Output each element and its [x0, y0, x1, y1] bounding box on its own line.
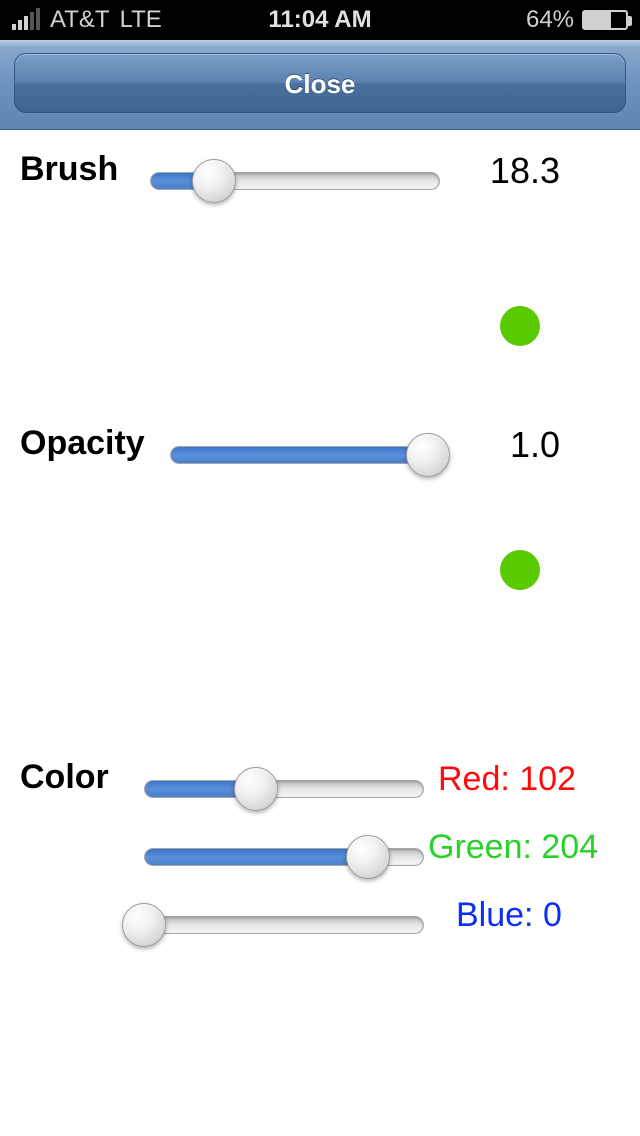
red-slider[interactable] [144, 774, 424, 794]
color-green-row: Green: 204 [20, 820, 620, 888]
nav-bar: Close [0, 40, 640, 130]
color-section: Color Red: 102 Green: 204 [20, 752, 620, 956]
slider-fill [145, 849, 367, 865]
opacity-label: Opacity [20, 424, 145, 463]
slider-thumb[interactable] [346, 835, 390, 879]
color-red-row: Color Red: 102 [20, 752, 620, 820]
green-value: Green: 204 [428, 828, 598, 867]
color-label: Color [20, 758, 109, 797]
opacity-preview-dot [500, 550, 540, 590]
slider-thumb[interactable] [122, 903, 166, 947]
status-left: AT&T LTE [12, 6, 268, 34]
blue-value: Blue: 0 [456, 896, 562, 935]
brush-row: Brush 18.3 [20, 144, 620, 208]
slider-thumb[interactable] [234, 767, 278, 811]
opacity-row: Opacity 1.0 [20, 418, 620, 482]
opacity-value: 1.0 [510, 424, 560, 466]
slider-thumb[interactable] [406, 433, 450, 477]
opacity-preview-area [20, 482, 620, 652]
brush-label: Brush [20, 150, 118, 189]
slider-fill [171, 447, 427, 463]
red-value: Red: 102 [438, 760, 576, 799]
green-slider[interactable] [144, 842, 424, 862]
slider-track [144, 780, 424, 798]
network-type: LTE [120, 6, 162, 34]
status-right: 64% [372, 6, 628, 34]
signal-icon [12, 10, 40, 30]
brush-preview-dot [500, 306, 540, 346]
carrier: AT&T [50, 6, 110, 34]
blue-slider[interactable] [144, 910, 424, 930]
opacity-slider[interactable] [170, 440, 428, 460]
battery-icon [582, 10, 628, 30]
content: Brush 18.3 Opacity 1.0 Color [0, 130, 640, 956]
slider-thumb[interactable] [192, 159, 236, 203]
brush-preview-area [20, 208, 620, 378]
status-bar: AT&T LTE 11:04 AM 64% [0, 0, 640, 40]
brush-value: 18.3 [490, 150, 560, 192]
status-time: 11:04 AM [268, 6, 371, 34]
brush-slider[interactable] [150, 166, 440, 186]
slider-track [144, 916, 424, 934]
battery-percent: 64% [526, 6, 574, 34]
close-button[interactable]: Close [14, 53, 626, 113]
slider-track [170, 446, 428, 464]
color-blue-row: Blue: 0 [20, 888, 620, 956]
